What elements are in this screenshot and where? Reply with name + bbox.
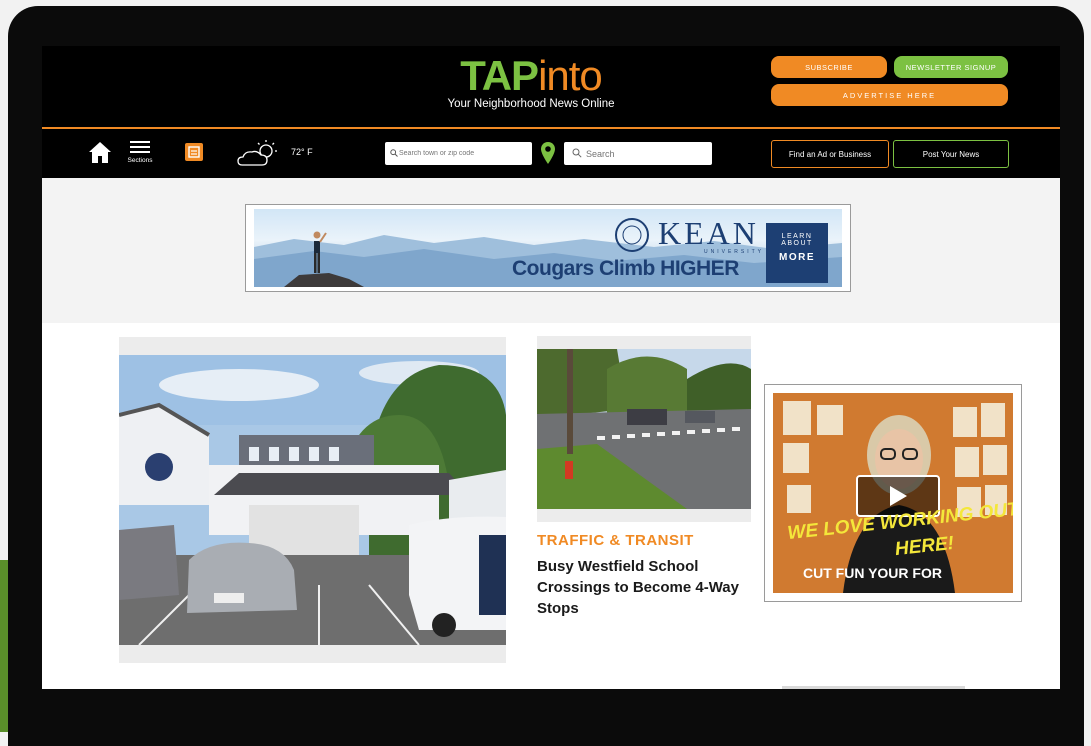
subscribe-button[interactable]: SUBSCRIBE [771, 56, 887, 78]
more-label: MORE [779, 252, 815, 263]
advertise-button[interactable]: ADVERTISE HERE [771, 84, 1008, 106]
sections-menu[interactable]: Sections [124, 138, 156, 164]
kean-ad-banner[interactable]: KEAN UNIVERSITY Cougars Climb HIGHER LEA… [245, 204, 851, 292]
site-logo[interactable]: TAPinto Your Neighborhood News Online [436, 52, 626, 110]
video-caption-line3: CUT FUN YOUR FOR [803, 565, 942, 581]
story-card[interactable]: TRAFFIC & TRANSIT Busy Westfield School … [537, 336, 751, 626]
story-image-frame [537, 336, 751, 522]
menu-icon [124, 141, 156, 153]
sections-label: Sections [127, 157, 153, 164]
search-input[interactable] [564, 142, 712, 165]
kean-university-label: UNIVERSITY [704, 249, 765, 255]
learn-more-button[interactable]: LEARN ABOUT MORE [766, 223, 828, 283]
site-header: TAPinto Your Neighborhood News Online SU… [42, 46, 1060, 127]
story-image [537, 349, 751, 509]
ad-image: KEAN UNIVERSITY Cougars Climb HIGHER LEA… [254, 209, 842, 287]
browser-screen: TAPinto Your Neighborhood News Online SU… [42, 46, 1060, 689]
about-label: ABOUT [781, 240, 813, 247]
map-pin-icon[interactable] [540, 141, 556, 165]
weather-icon [237, 140, 277, 166]
site-tagline: Your Neighborhood News Online [447, 98, 615, 110]
find-ad-business-button[interactable]: Find an Ad or Business [771, 140, 889, 168]
temperature-readout: 72° F [291, 147, 313, 157]
town-search-input[interactable] [385, 142, 532, 165]
video-thumbnail: WE LOVE WORKING OUT HERE! CUT FUN YOUR F… [773, 393, 1013, 593]
learn-label: LEARN [781, 233, 813, 240]
story-category[interactable]: TRAFFIC & TRANSIT [537, 532, 694, 549]
scroll-indicator [782, 686, 965, 689]
video-ad-card[interactable]: WE LOVE WORKING OUT HERE! CUT FUN YOUR F… [764, 384, 1022, 602]
rss-icon[interactable] [185, 143, 203, 161]
featured-story-card[interactable] [119, 337, 506, 663]
story-headline[interactable]: Busy Westfield School Crossings to Becom… [537, 556, 742, 619]
featured-story-image [119, 355, 506, 645]
ad-band: KEAN UNIVERSITY Cougars Climb HIGHER LEA… [42, 178, 1060, 323]
post-your-news-button[interactable]: Post Your News [893, 140, 1009, 168]
newsletter-signup-button[interactable]: NEWSLETTER SIGNUP [894, 56, 1008, 78]
search-icon [390, 149, 398, 157]
logo-into: into [538, 52, 603, 99]
home-icon[interactable] [88, 140, 112, 164]
decorative-strip [0, 560, 8, 732]
kean-brand: KEAN [658, 215, 759, 251]
ad-slogan: Cougars Climb HIGHER [512, 257, 739, 280]
nav-bar: Sections 72° F Search town or zip code S… [42, 129, 1060, 178]
search-icon [572, 148, 582, 158]
logo-tap: TAP [460, 52, 539, 99]
